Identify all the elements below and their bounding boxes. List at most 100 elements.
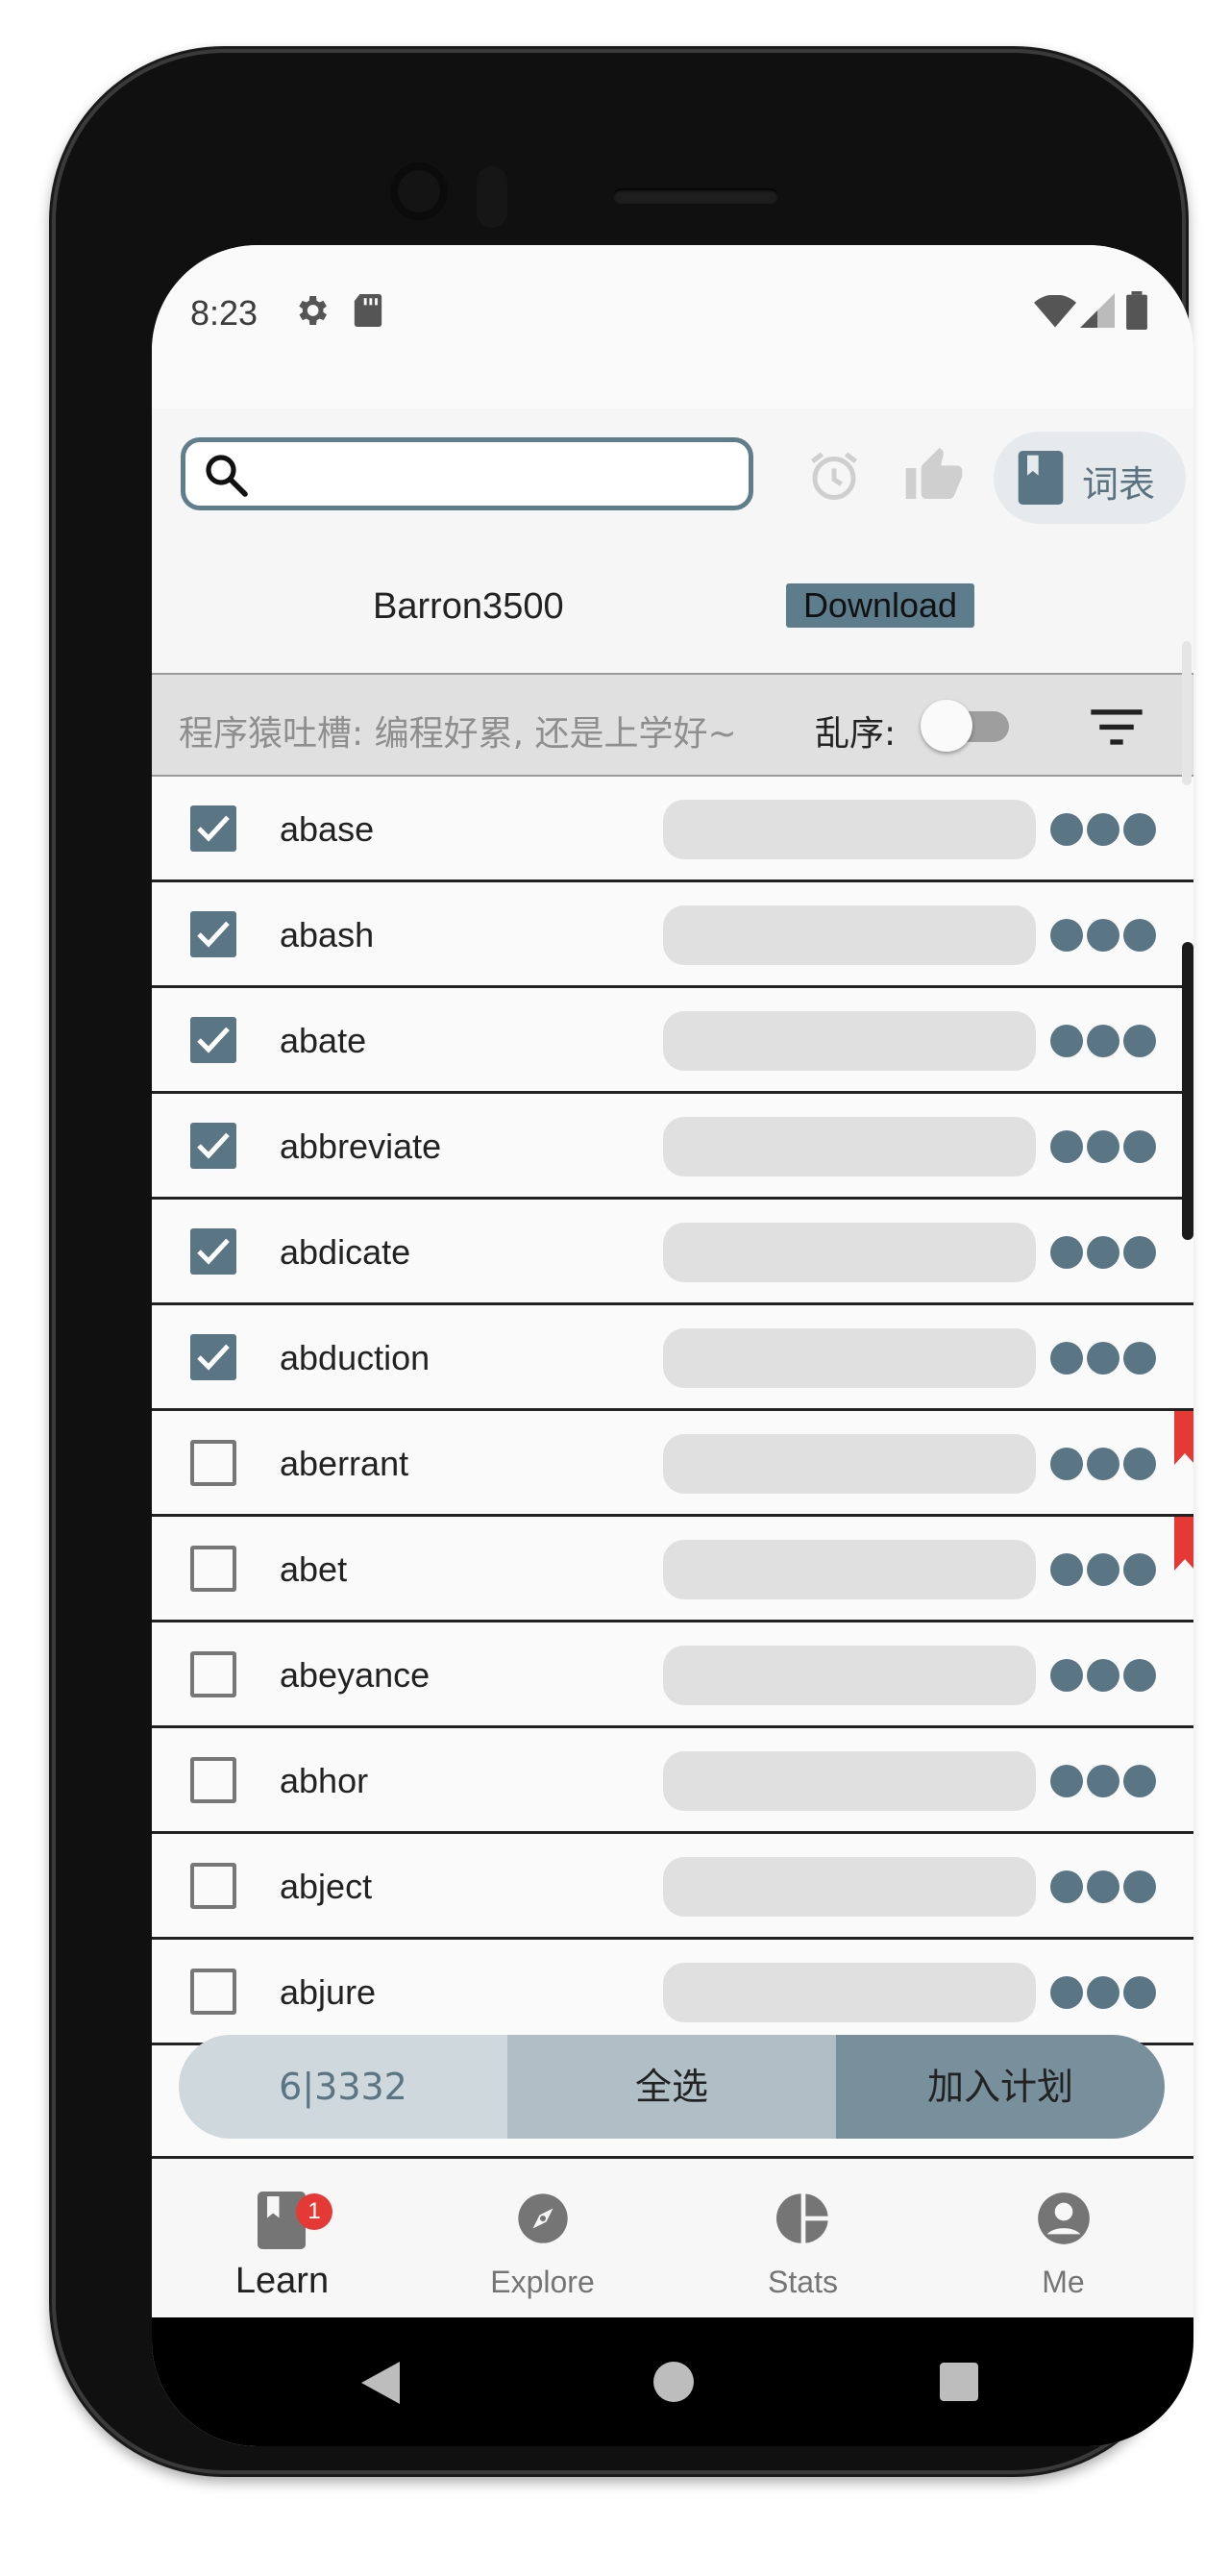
system-nav-bar <box>152 2317 1193 2446</box>
dot <box>1087 919 1119 952</box>
more-options-icon[interactable] <box>1050 1448 1160 1485</box>
filter-icon[interactable] <box>1090 707 1144 751</box>
word-text: abash <box>280 915 375 954</box>
word-checkbox[interactable] <box>190 1123 236 1169</box>
word-checkbox[interactable] <box>190 1017 236 1063</box>
vocab-list-label: 词表 <box>1082 463 1156 506</box>
word-checkbox[interactable] <box>190 1969 236 2015</box>
dot <box>1087 1342 1119 1375</box>
word-checkbox[interactable] <box>190 1334 236 1380</box>
nav-me[interactable]: Me <box>933 2159 1193 2317</box>
word-text: abject <box>280 1867 373 1906</box>
search-input[interactable] <box>262 452 727 498</box>
word-text: abdicate <box>280 1232 411 1272</box>
dot <box>1123 1976 1156 2009</box>
word-row[interactable]: abbreviate <box>152 1094 1193 1200</box>
word-checkbox[interactable] <box>190 1651 236 1697</box>
word-row[interactable]: abeyance <box>152 1622 1193 1728</box>
check-icon <box>197 1132 230 1159</box>
more-options-icon[interactable] <box>1050 1130 1160 1168</box>
word-checkbox[interactable] <box>190 1440 236 1486</box>
download-button[interactable]: Download <box>786 583 974 628</box>
word-row[interactable]: abash <box>152 882 1193 988</box>
pie-chart-icon <box>776 2193 828 2243</box>
word-row[interactable]: abate <box>152 988 1193 1094</box>
word-text: abeyance <box>280 1655 430 1695</box>
more-options-icon[interactable] <box>1050 1976 1160 2014</box>
recents-icon[interactable] <box>940 2363 978 2401</box>
dot <box>1087 1870 1119 1903</box>
dot <box>1050 1765 1083 1797</box>
select-all-button[interactable]: 全选 <box>507 2035 836 2139</box>
word-row[interactable]: aberrant <box>152 1411 1193 1517</box>
word-text: abate <box>280 1021 367 1060</box>
nav-explore[interactable]: Explore <box>412 2159 673 2317</box>
more-options-icon[interactable] <box>1050 1870 1160 1908</box>
home-icon[interactable] <box>653 2362 694 2402</box>
dot <box>1087 1659 1119 1692</box>
word-row[interactable]: abdicate <box>152 1200 1193 1305</box>
dot <box>1123 919 1156 952</box>
check-icon <box>197 1238 230 1265</box>
cell-signal-icon <box>1080 293 1115 333</box>
word-checkbox[interactable] <box>190 1757 236 1803</box>
thumbs-up-icon[interactable] <box>903 445 965 511</box>
search-icon <box>206 455 248 497</box>
vocab-list-button[interactable]: 词表 <box>994 432 1186 524</box>
side-button-top <box>1182 641 1192 785</box>
dot <box>1087 1025 1119 1057</box>
word-checkbox[interactable] <box>190 1863 236 1909</box>
word-row[interactable]: abet <box>152 1517 1193 1622</box>
battery-icon <box>1126 291 1147 334</box>
word-row[interactable]: abhor <box>152 1728 1193 1834</box>
alarm-icon[interactable] <box>805 447 863 509</box>
dot <box>1123 1765 1156 1797</box>
more-options-icon[interactable] <box>1050 1342 1160 1379</box>
word-checkbox[interactable] <box>190 1228 236 1275</box>
dot <box>1087 1130 1119 1163</box>
more-options-icon[interactable] <box>1050 1659 1160 1697</box>
app-screen: 8:23 词表 Barron3500 Download 程序猿吐槽: 编程好累,… <box>152 245 1193 2446</box>
dot <box>1087 1236 1119 1269</box>
word-checkbox[interactable] <box>190 1546 236 1592</box>
more-options-icon[interactable] <box>1050 1553 1160 1591</box>
nav-stats[interactable]: Stats <box>673 2159 933 2317</box>
word-row[interactable]: abjure <box>152 1940 1193 2045</box>
shuffle-toggle-knob[interactable] <box>921 700 972 752</box>
shuffle-label: 乱序: <box>815 714 897 754</box>
search-box[interactable] <box>181 437 753 510</box>
back-icon[interactable] <box>361 2362 400 2404</box>
word-text: abhor <box>280 1761 369 1800</box>
nav-learn[interactable]: 1 Learn <box>152 2159 412 2317</box>
tip-text: 程序猿吐槽: 编程好累, 还是上学好~ <box>179 714 737 754</box>
word-progress-bar <box>663 800 1036 859</box>
front-camera <box>390 162 448 220</box>
dot <box>1050 1659 1083 1692</box>
more-options-icon[interactable] <box>1050 813 1160 851</box>
action-bar: 6|3332 全选 加入计划 <box>179 2035 1165 2139</box>
book-name[interactable]: Barron3500 <box>373 586 564 628</box>
dot <box>1123 1870 1156 1903</box>
more-options-icon[interactable] <box>1050 1765 1160 1802</box>
book-icon <box>1018 451 1064 505</box>
bookmark-ribbon-icon <box>1174 1411 1193 1465</box>
more-options-icon[interactable] <box>1050 1025 1160 1062</box>
dot <box>1123 1659 1156 1692</box>
check-icon <box>197 815 230 842</box>
dot <box>1050 1448 1083 1480</box>
power-button <box>1182 942 1193 1240</box>
word-checkbox[interactable] <box>190 805 236 852</box>
dot <box>1123 1025 1156 1057</box>
word-row[interactable]: abduction <box>152 1305 1193 1411</box>
more-options-icon[interactable] <box>1050 1236 1160 1274</box>
dot <box>1123 813 1156 846</box>
word-row[interactable]: abase <box>152 777 1193 882</box>
add-to-plan-button[interactable]: 加入计划 <box>836 2035 1165 2139</box>
word-row[interactable]: abject <box>152 1834 1193 1940</box>
nav-me-label: Me <box>1042 2265 1085 2299</box>
proximity-sensor <box>477 166 507 228</box>
word-text: abet <box>280 1549 348 1589</box>
more-options-icon[interactable] <box>1050 919 1160 956</box>
dot <box>1050 1342 1083 1375</box>
word-checkbox[interactable] <box>190 911 236 957</box>
